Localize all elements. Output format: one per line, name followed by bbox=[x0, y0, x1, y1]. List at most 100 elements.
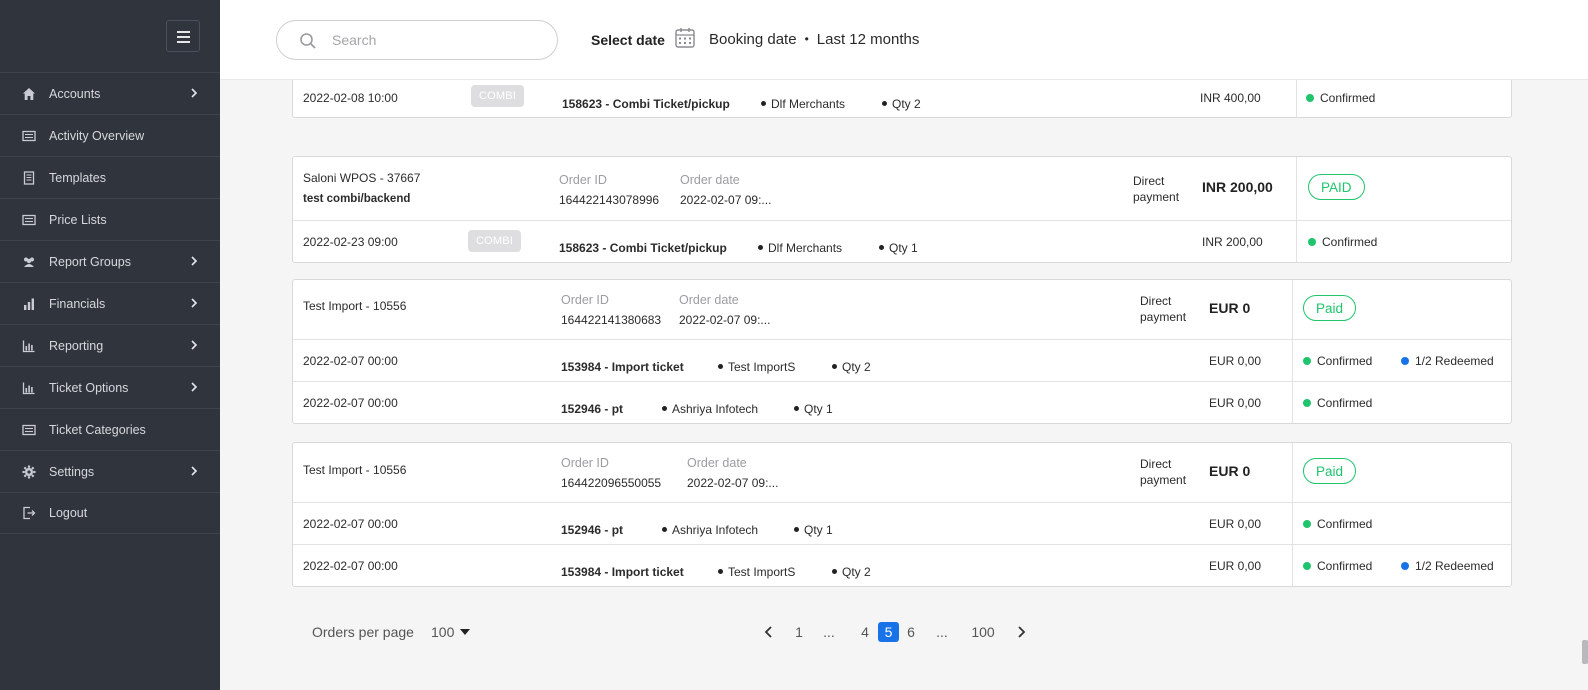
sidebar-item-label: Logout bbox=[49, 506, 88, 520]
quantity: Qty 1 bbox=[794, 402, 833, 416]
search-box[interactable] bbox=[276, 20, 558, 60]
order-date-label: Order date bbox=[679, 293, 739, 307]
merchant-name: Test ImportS bbox=[718, 360, 795, 374]
order-id-label: Order ID bbox=[561, 293, 609, 307]
order-line-row[interactable]: 2022-02-07 00:00 153984 - Import ticket … bbox=[293, 544, 1511, 586]
page-link[interactable]: 6 bbox=[904, 622, 918, 642]
merchant-name: Dlf Merchants bbox=[758, 241, 842, 255]
order-line-row[interactable]: 2022-02-07 00:00 153984 - Import ticket … bbox=[293, 339, 1511, 381]
sidebar-item-settings[interactable]: Settings bbox=[0, 450, 220, 492]
order-line-row[interactable]: 2022-02-23 09:00 COMBI 158623 - Combi Ti… bbox=[293, 220, 1511, 262]
sidebar-item-label: Reporting bbox=[49, 338, 104, 353]
order-line-row[interactable]: 2022-02-07 00:00 152946 - pt Ashriya Inf… bbox=[293, 381, 1511, 423]
order-line-row[interactable]: 2022-02-08 10:00 COMBI 158623 - Combi Ti… bbox=[293, 80, 1511, 117]
list-icon bbox=[22, 213, 36, 227]
chevron-right-icon bbox=[188, 255, 200, 267]
sidebar-item-activity-overview[interactable]: Activity Overview bbox=[0, 114, 220, 156]
sidebar-nav: Accounts Activity Overview Templates Pri… bbox=[0, 72, 220, 534]
order-date: 2022-02-07 09:... bbox=[687, 476, 779, 490]
sidebar-item-ticket-categories[interactable]: Ticket Categories bbox=[0, 408, 220, 450]
users-icon bbox=[22, 255, 36, 269]
search-input[interactable] bbox=[332, 30, 542, 50]
document-icon bbox=[22, 170, 36, 185]
order-id-label: Order ID bbox=[559, 173, 607, 187]
sidebar-item-templates[interactable]: Templates bbox=[0, 156, 220, 198]
order-card: Saloni WPOS - 37667 test combi/backend O… bbox=[292, 156, 1512, 263]
page-link[interactable]: 100 bbox=[968, 622, 998, 642]
pagination-bar: Orders per page 100 1 ... 4 5 6 ... 100 bbox=[292, 608, 1512, 654]
order-id: 164422143078996 bbox=[559, 193, 660, 207]
page-link[interactable]: 1 bbox=[792, 622, 806, 642]
status-dot bbox=[1303, 357, 1311, 365]
page-ellipsis: ... bbox=[823, 624, 835, 640]
merchant-name: Ashriya Infotech bbox=[662, 402, 758, 416]
product-name: 152946 - pt bbox=[561, 523, 624, 537]
search-icon bbox=[300, 33, 316, 49]
orders-per-page-select[interactable]: 100 bbox=[431, 624, 471, 640]
date-separator: • bbox=[804, 32, 809, 46]
status-dot bbox=[1303, 399, 1311, 407]
previous-page-button[interactable] bbox=[762, 624, 776, 640]
redeemed-status: 1/2 Redeemed bbox=[1401, 559, 1494, 573]
hamburger-icon bbox=[177, 31, 190, 33]
line-amount: INR 400,00 bbox=[1200, 91, 1261, 105]
date-filter-button[interactable]: Booking date • Last 12 months bbox=[709, 31, 919, 48]
next-page-button[interactable] bbox=[1014, 624, 1028, 640]
select-date-label: Select date bbox=[591, 32, 665, 48]
sidebar-item-label: Templates bbox=[49, 170, 106, 185]
sidebar-item-label: Settings bbox=[49, 464, 95, 479]
sidebar-item-accounts[interactable]: Accounts bbox=[0, 72, 220, 114]
line-status: Confirmed bbox=[1303, 517, 1372, 531]
order-header-row[interactable]: Saloni WPOS - 37667 test combi/backend O… bbox=[293, 157, 1511, 220]
sidebar-item-ticket-options[interactable]: Ticket Options bbox=[0, 366, 220, 408]
combi-tag: COMBI bbox=[471, 85, 524, 107]
quantity: Qty 2 bbox=[882, 97, 921, 111]
orders-per-page-label: Orders per page bbox=[312, 624, 414, 640]
order-date-label: Order date bbox=[680, 173, 740, 187]
sidebar-item-price-lists[interactable]: Price Lists bbox=[0, 198, 220, 240]
page-link[interactable]: 4 bbox=[858, 622, 872, 642]
chevron-right-icon bbox=[188, 381, 200, 393]
bar-chart-icon bbox=[22, 297, 36, 311]
status-dot bbox=[1401, 357, 1409, 365]
order-header-row[interactable]: Test Import - 10556 Order ID 16442214138… bbox=[293, 280, 1511, 339]
sidebar: Accounts Activity Overview Templates Pri… bbox=[0, 0, 220, 690]
line-status: Confirmed bbox=[1303, 559, 1372, 573]
status-dot bbox=[1303, 520, 1311, 528]
chevron-right-icon bbox=[188, 465, 200, 477]
caret-down-icon bbox=[460, 629, 471, 635]
scrollbar-thumb[interactable] bbox=[1582, 640, 1588, 664]
line-status: Confirmed bbox=[1306, 91, 1375, 105]
product-name: 153984 - Import ticket bbox=[561, 565, 684, 579]
payment-method: Direct payment bbox=[1133, 174, 1180, 204]
sidebar-item-label: Ticket Categories bbox=[49, 422, 146, 437]
page-link-current[interactable]: 5 bbox=[878, 622, 899, 642]
product-name: 158623 - Combi Ticket/pickup bbox=[559, 241, 727, 255]
calendar-icon[interactable] bbox=[675, 27, 695, 49]
date-range: Last 12 months bbox=[816, 31, 920, 48]
product-name: 153984 - Import ticket bbox=[561, 360, 684, 374]
line-date: 2022-02-07 00:00 bbox=[303, 559, 398, 573]
order-note: test combi/backend bbox=[303, 193, 411, 205]
home-icon bbox=[22, 87, 36, 101]
line-amount: EUR 0,00 bbox=[1209, 354, 1262, 368]
menu-toggle-button[interactable] bbox=[166, 20, 200, 52]
line-amount: EUR 0,00 bbox=[1209, 559, 1262, 573]
order-header-row[interactable]: Test Import - 10556 Order ID 16442209655… bbox=[293, 443, 1511, 502]
product-name: 158623 - Combi Ticket/pickup bbox=[562, 97, 730, 111]
sidebar-item-logout[interactable]: Logout bbox=[0, 492, 220, 534]
status-dot bbox=[1308, 238, 1316, 246]
sidebar-item-financials[interactable]: Financials bbox=[0, 282, 220, 324]
logout-icon bbox=[22, 506, 36, 520]
line-status: Confirmed bbox=[1308, 235, 1377, 249]
order-line-row[interactable]: 2022-02-07 00:00 152946 - pt Ashriya Inf… bbox=[293, 502, 1511, 544]
order-id: 164422096550055 bbox=[561, 476, 662, 490]
order-card: 2022-02-08 10:00 COMBI 158623 - Combi Ti… bbox=[292, 80, 1512, 118]
order-date: 2022-02-07 09:... bbox=[680, 193, 772, 207]
sidebar-item-report-groups[interactable]: Report Groups bbox=[0, 240, 220, 282]
line-amount: EUR 0,00 bbox=[1209, 517, 1262, 531]
line-status: Confirmed bbox=[1303, 354, 1372, 368]
sidebar-item-reporting[interactable]: Reporting bbox=[0, 324, 220, 366]
order-card: Test Import - 10556 Order ID 16442214138… bbox=[292, 279, 1512, 424]
quantity: Qty 1 bbox=[879, 241, 918, 255]
